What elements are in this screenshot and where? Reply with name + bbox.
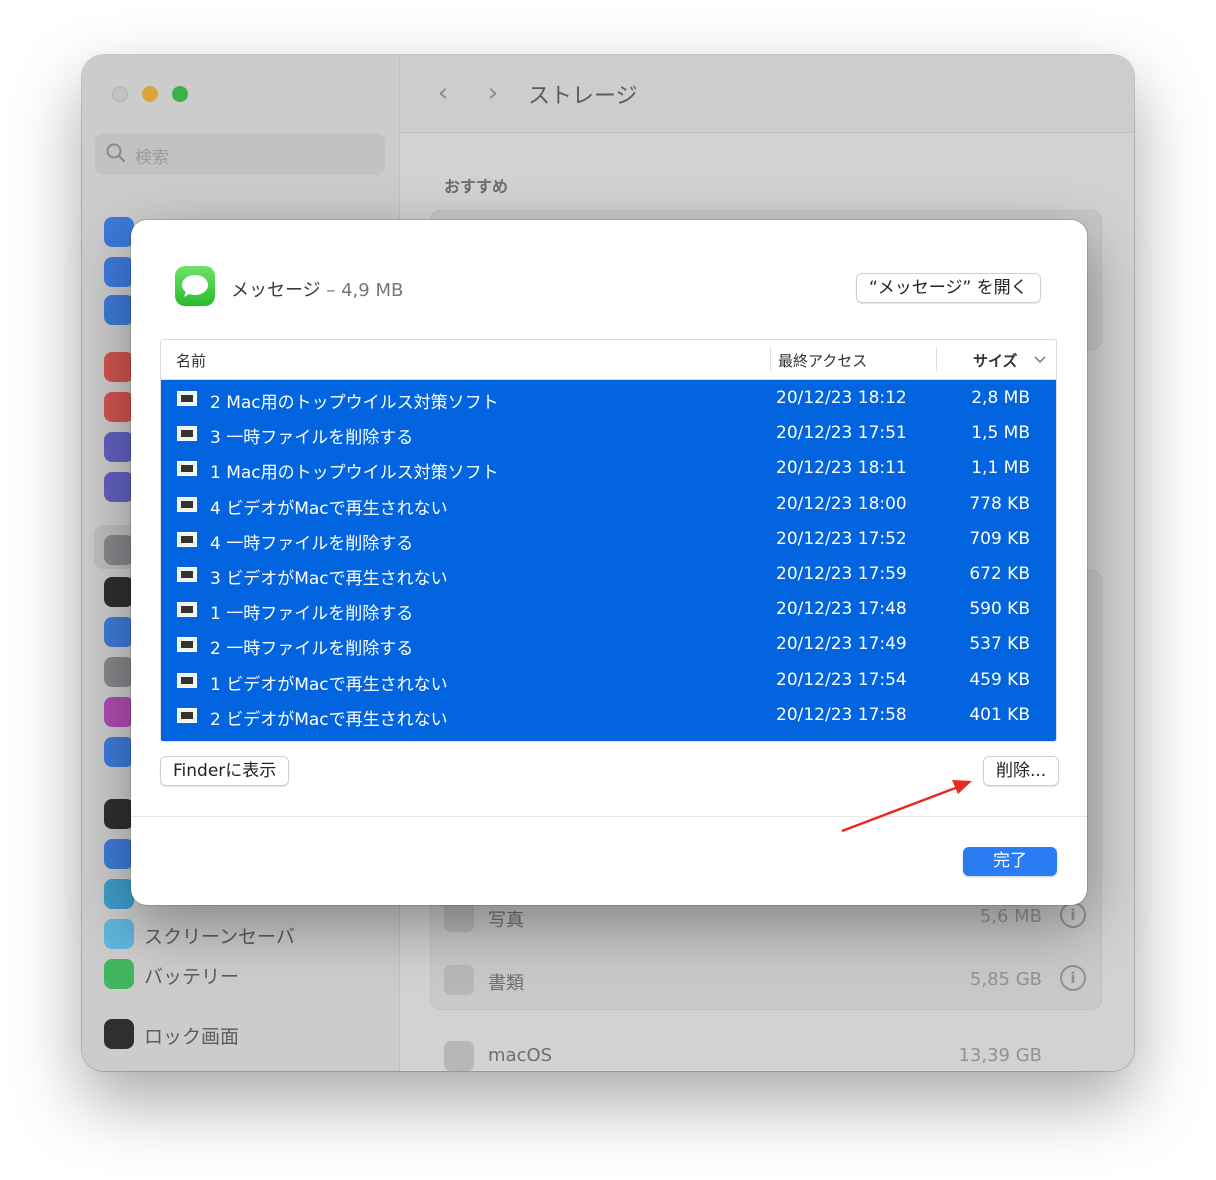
open-messages-button[interactable]: “メッセージ” を開く bbox=[856, 273, 1041, 303]
dialog-title: メッセージ – 4,9 MB bbox=[231, 276, 403, 302]
app-name: メッセージ bbox=[231, 280, 321, 301]
file-size: 401 KB bbox=[969, 704, 1030, 725]
chevron-down-icon bbox=[1034, 356, 1046, 364]
table-header: 名前 最終アクセス サイズ bbox=[161, 340, 1056, 380]
file-size: 537 KB bbox=[969, 634, 1030, 655]
column-separator bbox=[770, 347, 771, 371]
file-last-access: 20/12/23 18:11 bbox=[776, 458, 907, 479]
show-in-finder-button[interactable]: Finderに表示 bbox=[160, 756, 290, 786]
file-thumbnail-icon bbox=[177, 531, 197, 547]
file-last-access: 20/12/23 17:58 bbox=[776, 704, 907, 725]
table-row[interactable]: 2 一時ファイルを削除する 20/12/23 17:49 537 KB bbox=[161, 627, 1056, 662]
dialog-divider bbox=[131, 816, 1087, 817]
file-last-access: 20/12/23 17:54 bbox=[776, 669, 907, 690]
column-header-name[interactable]: 名前 bbox=[176, 350, 206, 371]
file-size: 1,5 MB bbox=[971, 423, 1030, 444]
table-row[interactable]: 2 Mac用のトップウイルス対策ソフト 20/12/23 18:12 2,8 MB bbox=[161, 381, 1056, 416]
column-separator bbox=[936, 347, 937, 371]
file-name: 1 一時ファイルを削除する bbox=[210, 604, 414, 625]
table-row[interactable]: 1 Mac用のトップウイルス対策ソフト 20/12/23 18:11 1,1 MB bbox=[161, 451, 1056, 486]
file-name: 4 ビデオがMacで再生されない bbox=[210, 498, 448, 519]
file-name: 1 ビデオがMacで再生されない bbox=[210, 674, 448, 695]
file-thumbnail-icon bbox=[177, 391, 197, 406]
file-thumbnail-icon bbox=[177, 567, 197, 582]
messages-storage-dialog: メッセージ – 4,9 MB “メッセージ” を開く 名前 最終アクセス サイズ… bbox=[131, 220, 1087, 905]
file-name: 3 一時ファイルを削除する bbox=[210, 428, 414, 449]
app-size: – 4,9 MB bbox=[326, 280, 404, 301]
column-header-size[interactable]: サイズ bbox=[973, 350, 1018, 371]
table-row[interactable]: 2 ビデオがMacで再生されない 20/12/23 17:58 401 KB bbox=[161, 698, 1056, 733]
file-size: 2,8 MB bbox=[971, 388, 1030, 408]
file-last-access: 20/12/23 17:52 bbox=[776, 528, 907, 549]
file-size: 459 KB bbox=[969, 669, 1030, 690]
file-thumbnail-icon bbox=[177, 707, 197, 723]
file-size: 709 KB bbox=[969, 528, 1030, 549]
file-size: 672 KB bbox=[969, 564, 1030, 584]
file-last-access: 20/12/23 17:48 bbox=[776, 599, 907, 620]
delete-button[interactable]: 削除... bbox=[983, 756, 1060, 786]
file-size: 1,1 MB bbox=[971, 458, 1030, 479]
chat-bubble-icon bbox=[182, 275, 208, 297]
file-thumbnail-icon bbox=[177, 602, 197, 618]
file-name: 1 Mac用のトップウイルス対策ソフト bbox=[210, 463, 499, 484]
table-row[interactable]: 3 ビデオがMacで再生されない 20/12/23 17:59 672 KB bbox=[161, 557, 1056, 592]
file-table: 名前 最終アクセス サイズ 2 Mac用のトップウイルス対策ソフト 20/12/2… bbox=[160, 339, 1057, 742]
file-last-access: 20/12/23 18:12 bbox=[776, 388, 907, 408]
done-button[interactable]: 完了 bbox=[963, 847, 1057, 876]
file-last-access: 20/12/23 18:00 bbox=[776, 493, 907, 514]
file-name: 3 ビデオがMacで再生されない bbox=[210, 569, 448, 589]
file-name: 4 一時ファイルを削除する bbox=[210, 533, 414, 554]
file-size: 778 KB bbox=[969, 493, 1030, 514]
file-thumbnail-icon bbox=[177, 672, 197, 688]
file-last-access: 20/12/23 17:51 bbox=[776, 423, 907, 444]
table-row[interactable]: 4 一時ファイルを削除する 20/12/23 17:52 709 KB bbox=[161, 522, 1056, 557]
table-row[interactable]: 3 一時ファイルを削除する 20/12/23 17:51 1,5 MB bbox=[161, 416, 1056, 451]
file-name: 2 ビデオがMacで再生されない bbox=[210, 709, 448, 730]
table-row[interactable]: 4 ビデオがMacで再生されない 20/12/23 18:00 778 KB bbox=[161, 487, 1056, 522]
file-thumbnail-icon bbox=[177, 496, 197, 512]
file-thumbnail-icon bbox=[177, 637, 197, 653]
table-row[interactable]: 1 一時ファイルを削除する 20/12/23 17:48 590 KB bbox=[161, 592, 1056, 627]
table-row[interactable]: 1 ビデオがMacで再生されない 20/12/23 17:54 459 KB bbox=[161, 663, 1056, 698]
column-header-last-access[interactable]: 最終アクセス bbox=[778, 350, 867, 371]
table-body: 2 Mac用のトップウイルス対策ソフト 20/12/23 18:12 2,8 MB 3… bbox=[161, 380, 1056, 741]
file-last-access: 20/12/23 17:59 bbox=[776, 564, 907, 584]
file-thumbnail-icon bbox=[177, 461, 197, 477]
file-size: 590 KB bbox=[969, 599, 1030, 620]
file-name: 2 Mac用のトップウイルス対策ソフト bbox=[210, 393, 499, 413]
file-name: 2 一時ファイルを削除する bbox=[210, 639, 414, 660]
file-last-access: 20/12/23 17:49 bbox=[776, 634, 907, 655]
messages-app-icon bbox=[175, 266, 215, 306]
file-thumbnail-icon bbox=[177, 426, 197, 442]
